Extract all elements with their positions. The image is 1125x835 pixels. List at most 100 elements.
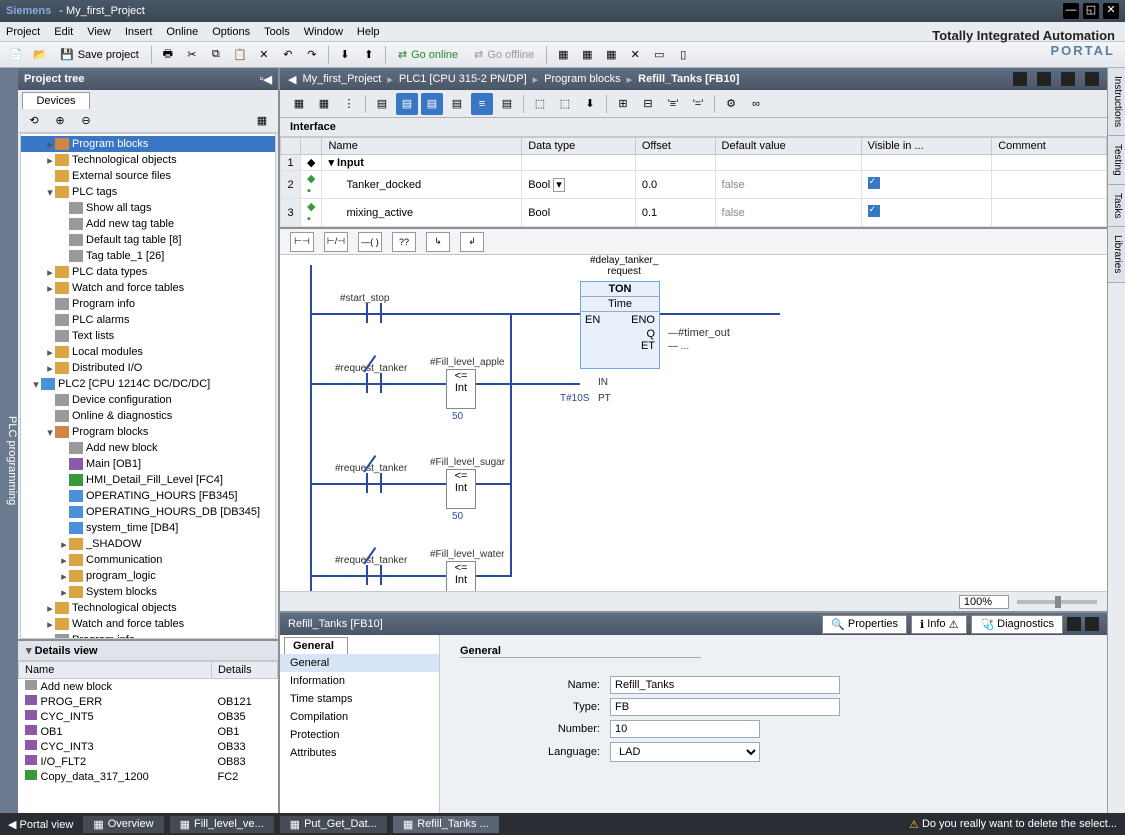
tree-item[interactable]: Default tag table [8] <box>21 232 275 248</box>
rail-instructions[interactable]: Instructions <box>1108 68 1125 136</box>
go-online-button[interactable]: ⇄ Go online <box>392 48 464 61</box>
tree-item[interactable]: Program info <box>21 632 275 639</box>
tree-item[interactable]: Program info <box>21 296 275 312</box>
ed-tool-2[interactable]: ▦ <box>313 93 335 115</box>
field-type[interactable] <box>610 698 840 716</box>
nav-general[interactable]: General <box>280 654 439 672</box>
ifh-default[interactable]: Default value <box>715 138 861 155</box>
copy-icon[interactable]: ⧉ <box>206 45 226 65</box>
interface-row[interactable]: 2◆ ▪ Tanker_docked Bool ▾ 0.0 false <box>281 171 1107 199</box>
ed-tool-11[interactable]: ⬚ <box>554 93 576 115</box>
print-icon[interactable]: 🖶 <box>158 45 178 65</box>
tree-item[interactable]: ▸Communication <box>21 552 275 568</box>
cmp-box-sugar[interactable]: <=Int <box>446 469 476 509</box>
tree-item[interactable]: HMI_Detail_Fill_Level [FC4] <box>21 472 275 488</box>
zoom-select[interactable]: 100% <box>959 595 1009 609</box>
interface-header[interactable]: Interface <box>280 118 1107 137</box>
tree-item[interactable]: ▸Distributed I/O <box>21 360 275 376</box>
nav-timestamps[interactable]: Time stamps <box>280 690 439 708</box>
menu-tools[interactable]: Tools <box>264 26 290 38</box>
ed-restore-icon[interactable] <box>1061 72 1075 86</box>
tree-item[interactable]: ▸Program blocks <box>21 136 275 152</box>
sb-tab-fill-level[interactable]: ▦ Fill_level_ve... <box>170 816 274 833</box>
tree-item[interactable]: ▸program_logic <box>21 568 275 584</box>
ed-max-icon[interactable] <box>1037 72 1051 86</box>
zoom-slider[interactable] <box>1017 600 1097 604</box>
tool-icon-4[interactable]: ✕ <box>625 45 645 65</box>
visible-checkbox[interactable] <box>868 177 880 189</box>
tree-item[interactable]: ▸Watch and force tables <box>21 616 275 632</box>
tool-icon-6[interactable]: ▯ <box>673 45 693 65</box>
minimize-button[interactable]: — <box>1063 3 1079 19</box>
field-language[interactable]: LAD <box>610 742 760 762</box>
details-row[interactable]: Add new block <box>19 679 278 695</box>
upload-icon[interactable]: ⬆ <box>359 45 379 65</box>
nav-info[interactable]: Information <box>280 672 439 690</box>
nav-attributes[interactable]: Attributes <box>280 744 439 762</box>
close-button[interactable]: ✕ <box>1103 3 1119 19</box>
bc-collapse-icon[interactable]: ◀ <box>288 73 296 86</box>
tree-item[interactable]: ▾PLC2 [CPU 1214C DC/DC/DC] <box>21 376 275 392</box>
tree-item[interactable]: ▸Watch and force tables <box>21 280 275 296</box>
tree-item[interactable]: ▸Local modules <box>21 344 275 360</box>
ed-tool-13[interactable]: ⊞ <box>612 93 634 115</box>
details-row[interactable]: I/O_FLT2OB83 <box>19 754 278 769</box>
new-project-icon[interactable]: 📄 <box>6 45 26 65</box>
tree-item[interactable]: Online & diagnostics <box>21 408 275 424</box>
delete-icon[interactable]: ✕ <box>254 45 274 65</box>
portal-view-button[interactable]: ◀ Portal view <box>8 818 73 831</box>
ed-tool-17[interactable]: ⚙ <box>720 93 742 115</box>
tree-item[interactable]: ▸PLC data types <box>21 264 275 280</box>
nav-protection[interactable]: Protection <box>280 726 439 744</box>
rail-testing[interactable]: Testing <box>1108 136 1125 185</box>
tool-icon-3[interactable]: ▦ <box>601 45 621 65</box>
tab-properties[interactable]: 🔍 Properties <box>822 615 907 634</box>
ed-tool-1[interactable]: ▦ <box>288 93 310 115</box>
tree-item[interactable]: External source files <box>21 168 275 184</box>
bc-project[interactable]: My_first_Project <box>302 73 381 85</box>
tool-icon-1[interactable]: ▦ <box>553 45 573 65</box>
tree-item[interactable]: Show all tags <box>21 200 275 216</box>
props-close-icon[interactable] <box>1085 617 1099 631</box>
tree-item[interactable]: Add new block <box>21 440 275 456</box>
ed-tool-6[interactable]: ▤ <box>421 93 443 115</box>
interface-group-row[interactable]: 1◆▾ Input <box>281 155 1107 171</box>
ed-tool-7[interactable]: ▤ <box>446 93 468 115</box>
rail-tasks[interactable]: Tasks <box>1108 185 1125 228</box>
ton-block[interactable]: TON Time ENENO Q ET <box>580 281 660 369</box>
lad-branch-close[interactable]: ↲ <box>460 232 484 252</box>
project-tree[interactable]: ▸Program blocks▸Technological objectsExt… <box>20 133 276 639</box>
ifh-type[interactable]: Data type <box>522 138 636 155</box>
tree-view-icon[interactable]: ▦ <box>252 111 272 131</box>
tree-item[interactable]: ▸Technological objects <box>21 152 275 168</box>
field-name[interactable] <box>610 676 840 694</box>
ifh-offset[interactable]: Offset <box>635 138 715 155</box>
rail-libraries[interactable]: Libraries <box>1108 227 1125 282</box>
field-number[interactable] <box>610 720 760 738</box>
devices-tab[interactable]: Devices <box>22 92 90 109</box>
details-col-details[interactable]: Details <box>211 662 277 679</box>
tree-item[interactable]: ▾PLC tags <box>21 184 275 200</box>
props-min-icon[interactable] <box>1067 617 1081 631</box>
open-project-icon[interactable]: 📂 <box>30 45 50 65</box>
ed-tool-10[interactable]: ⬚ <box>529 93 551 115</box>
tree-item[interactable]: ▸_SHADOW <box>21 536 275 552</box>
tree-item[interactable]: system_time [DB4] <box>21 520 275 536</box>
details-row[interactable]: PROG_ERROB121 <box>19 694 278 709</box>
tree-item[interactable]: ▸System blocks <box>21 584 275 600</box>
contact-req-tanker-2[interactable] <box>360 473 388 493</box>
tree-item[interactable]: OPERATING_HOURS_DB [DB345] <box>21 504 275 520</box>
bc-blocks[interactable]: Program blocks <box>544 73 620 85</box>
tree-item[interactable]: PLC alarms <box>21 312 275 328</box>
details-col-name[interactable]: Name <box>19 662 212 679</box>
tree-nav-icon[interactable]: ⟲ <box>24 111 44 131</box>
menu-view[interactable]: View <box>87 26 111 38</box>
lad-coil[interactable]: —( ) <box>358 232 382 252</box>
nav-compilation[interactable]: Compilation <box>280 708 439 726</box>
tree-item[interactable]: Main [OB1] <box>21 456 275 472</box>
lad-contact-nc[interactable]: ⊢/⊣ <box>324 232 348 252</box>
menu-window[interactable]: Window <box>304 26 343 38</box>
contact-start-stop[interactable] <box>360 303 388 323</box>
ed-tool-14[interactable]: ⊟ <box>637 93 659 115</box>
lad-box[interactable]: ?? <box>392 232 416 252</box>
